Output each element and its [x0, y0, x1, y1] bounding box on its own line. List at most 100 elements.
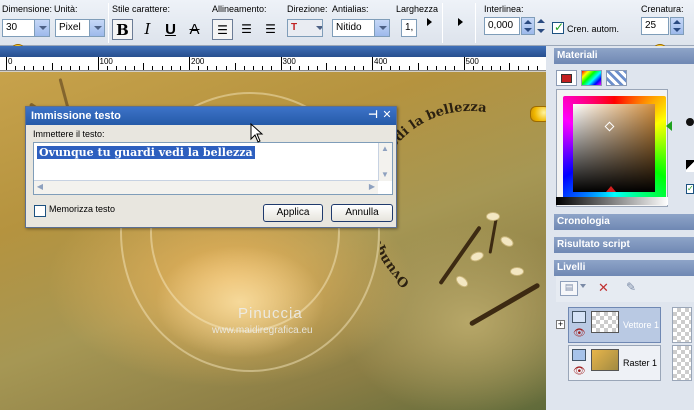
expand-right-icon[interactable] [427, 18, 432, 26]
visibility-eye-icon[interactable]: 👁 [573, 366, 586, 377]
frame-tab-icon[interactable] [556, 70, 577, 86]
horizontal-scrollbar[interactable]: ◀ ▶ [34, 180, 378, 194]
ruler-tick [33, 66, 35, 70]
layer-name: Vettore 1 [623, 320, 660, 330]
swatches-tab-icon[interactable] [606, 70, 627, 86]
dialog-titlebar[interactable]: Immissione testo ⊣ ✕ [26, 107, 396, 125]
bold-button[interactable]: B [112, 19, 133, 40]
align-right-icon[interactable]: ☰ [260, 19, 281, 40]
separator [442, 3, 443, 43]
text-input[interactable]: Ovunque tu guardi vedi la bellezza ▲ ▼ ◀… [33, 142, 393, 195]
ruler-tick [353, 66, 355, 70]
selected-text[interactable]: Ovunque tu guardi vedi la bellezza [37, 146, 255, 159]
dialog-title: Immissione testo [31, 110, 121, 122]
unit-label: Unità: [54, 4, 78, 14]
ruler-tick [124, 66, 126, 70]
kerning-spinner[interactable] [670, 17, 684, 35]
chevron-down-icon [34, 20, 49, 36]
delete-layer-icon[interactable]: ✕ [598, 280, 609, 296]
visibility-eye-icon[interactable]: 👁 [573, 328, 586, 339]
layer-row[interactable]: 👁 Raster 1 [568, 345, 661, 381]
new-layer-icon[interactable]: ▤ [560, 281, 578, 296]
ruler-tick [60, 66, 62, 70]
auto-kerning-checkbox[interactable] [552, 20, 564, 34]
ruler-tick [88, 66, 90, 70]
separator [108, 3, 109, 43]
ruler-label: 200 [191, 57, 205, 66]
layer-row[interactable]: 👁 Vettore 1 [568, 307, 661, 343]
watermark-signature: Pinuccia [238, 305, 303, 322]
ruler-tick [6, 57, 7, 70]
spectrum-tab-icon[interactable] [581, 70, 602, 86]
scroll-left-icon[interactable]: ◀ [34, 181, 46, 193]
ruler-tick [454, 66, 456, 70]
ruler-tick [481, 66, 483, 70]
swap-colors-icon[interactable] [686, 160, 694, 172]
layers-panel-title[interactable]: Livelli [554, 260, 694, 276]
close-icon[interactable]: ✕ [381, 109, 393, 122]
apply-button[interactable]: Applica [263, 204, 323, 222]
layer-properties-icon[interactable]: ✎ [626, 280, 636, 294]
font-style-label: Stile carattere: [112, 4, 171, 14]
remember-text-checkbox[interactable] [34, 205, 46, 217]
ruler-label: 500 [465, 57, 479, 66]
chevron-down-icon[interactable] [580, 284, 586, 288]
cancel-button[interactable]: Annulla [331, 204, 393, 222]
align-left-icon[interactable]: ☰ [212, 19, 233, 40]
scroll-right-icon[interactable]: ▶ [366, 181, 378, 193]
interline-spinner[interactable] [521, 17, 535, 35]
image-title-strip [0, 46, 546, 57]
ruler-tick [189, 57, 190, 70]
ruler-tick [24, 66, 26, 70]
ruler-tick [143, 63, 145, 70]
all-tools-checkbox[interactable]: ✓ [686, 184, 694, 194]
antialias-label: Antialias: [332, 4, 369, 14]
luminance-marker-icon [606, 186, 616, 192]
width-field[interactable]: 1, [401, 19, 417, 37]
hue-marker-icon [666, 121, 672, 131]
ruler-label: 300 [282, 57, 296, 66]
chevron-down-icon [374, 20, 389, 36]
width-label: Larghezza [396, 4, 439, 14]
interline-field[interactable]: 0,000 [484, 17, 520, 35]
ruler-tick [97, 57, 99, 70]
scroll-down-icon[interactable]: ▼ [379, 169, 391, 181]
kerning-field[interactable]: 25 [641, 17, 669, 35]
grayscale-bar[interactable] [556, 197, 668, 205]
antialias-dropdown[interactable]: Nitido [332, 19, 390, 37]
italic-button[interactable]: I [137, 19, 158, 40]
ruler-tick [207, 66, 209, 70]
ruler-tick [536, 66, 538, 70]
ruler-tick [216, 66, 218, 70]
antialias-value: Nitido [336, 22, 362, 33]
expand-icon[interactable]: + [556, 320, 565, 329]
vertical-scrollbar[interactable]: ▲ ▼ [378, 143, 392, 181]
expand-right-icon[interactable] [458, 18, 463, 26]
ruler-tick [307, 66, 309, 70]
saturation-value-square[interactable] [573, 104, 655, 192]
ruler-label: 0 [8, 57, 13, 66]
size-dropdown[interactable]: 30 [2, 19, 50, 37]
pin-icon[interactable]: ⊣ [367, 109, 379, 122]
script-result-panel-title[interactable]: Risultato script [554, 237, 694, 253]
vector-layer-icon [572, 311, 586, 323]
underline-button[interactable]: U [160, 19, 181, 40]
ruler-tick [372, 57, 373, 70]
ruler-tick [326, 63, 328, 70]
unit-dropdown[interactable]: Pixel [55, 19, 105, 37]
ruler-tick [381, 66, 383, 70]
ruler-tick [51, 63, 53, 70]
ruler-tick [317, 66, 319, 70]
ruler-tick [161, 66, 163, 70]
history-panel-title[interactable]: Cronologia [554, 214, 694, 230]
strikethrough-button[interactable]: A [184, 19, 205, 40]
ruler-label: 100 [99, 57, 113, 66]
ruler-tick [362, 66, 364, 70]
alignment-label: Allineamento: [212, 4, 267, 14]
direction-dropdown[interactable]: T [287, 19, 323, 37]
align-center-icon[interactable]: ☰ [236, 19, 257, 40]
text-entry-dialog: Immissione testo ⊣ ✕ Immettere il testo:… [25, 106, 397, 228]
materials-panel-title[interactable]: Materiali [554, 48, 694, 64]
interline-reset[interactable] [535, 17, 549, 35]
scroll-up-icon[interactable]: ▲ [379, 143, 391, 155]
